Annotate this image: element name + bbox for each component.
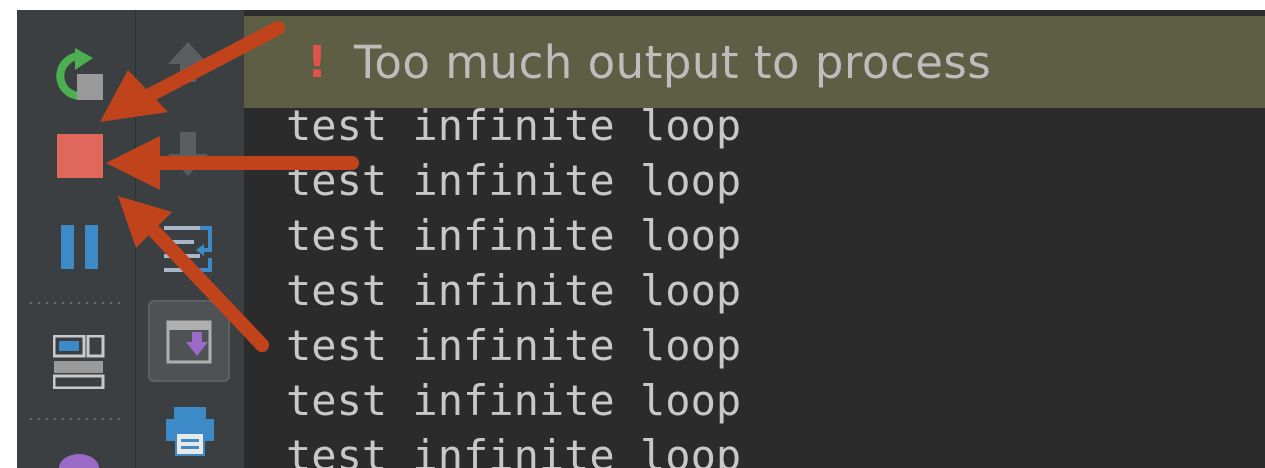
list-item: test infinite loop bbox=[286, 321, 742, 370]
layout-icon[interactable] bbox=[53, 335, 105, 389]
up-arrow-icon[interactable] bbox=[166, 40, 210, 84]
toolbar-divider bbox=[27, 302, 123, 304]
console-output[interactable]: ! Too much output to process test infini… bbox=[244, 10, 1265, 468]
list-item: test infinite loop bbox=[286, 156, 742, 205]
output-lines: test infinite loop test infinite loop te… bbox=[286, 98, 741, 468]
list-item: test infinite loop bbox=[286, 431, 742, 468]
list-item: test infinite loop bbox=[286, 101, 742, 150]
run-tool-window: ! Too much output to process test infini… bbox=[17, 10, 1265, 468]
list-item: test infinite loop bbox=[286, 266, 742, 315]
warning-banner: ! Too much output to process bbox=[244, 16, 1265, 108]
list-item: test infinite loop bbox=[286, 376, 742, 425]
scroll-to-end-button[interactable] bbox=[148, 300, 230, 382]
left-toolbar bbox=[17, 10, 136, 468]
toolbar-divider bbox=[27, 418, 123, 420]
scroll-to-end-icon bbox=[166, 320, 212, 364]
print-icon[interactable] bbox=[164, 405, 216, 457]
soft-wrap-icon[interactable] bbox=[162, 220, 218, 276]
rerun-icon[interactable] bbox=[51, 48, 107, 102]
right-toolbar bbox=[136, 10, 244, 468]
warning-message: Too much output to process bbox=[354, 35, 992, 89]
down-arrow-icon[interactable] bbox=[166, 130, 210, 178]
profiler-icon[interactable] bbox=[57, 450, 101, 468]
warning-icon: ! bbox=[306, 36, 328, 88]
list-item: test infinite loop bbox=[286, 211, 742, 260]
stop-icon[interactable] bbox=[57, 134, 103, 178]
pause-icon[interactable] bbox=[61, 225, 101, 269]
